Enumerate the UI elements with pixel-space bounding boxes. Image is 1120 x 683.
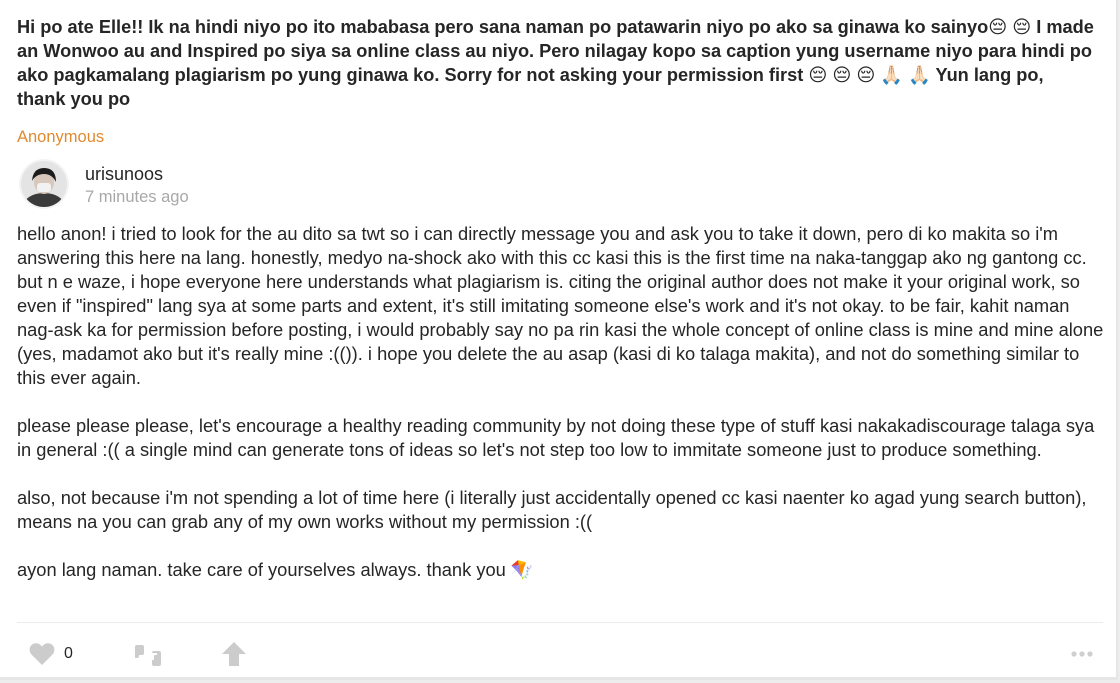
more-options-button[interactable] (1071, 650, 1093, 658)
answer-paragraph: also, not because i'm not spending a lot… (17, 487, 1087, 532)
heart-icon (29, 643, 55, 665)
avatar[interactable] (19, 159, 69, 209)
asker-name: Anonymous (17, 128, 105, 146)
share-button[interactable] (221, 641, 247, 667)
avatar-photo (21, 161, 67, 207)
quote-button[interactable] (134, 645, 162, 667)
share-arrow-icon (222, 642, 246, 666)
like-button[interactable]: 0 (29, 642, 73, 666)
answer-body: hello anon! i tried to look for the au d… (17, 222, 1107, 582)
answer-timestamp: 7 minutes ago (85, 188, 189, 206)
answer-card: Hi po ate Elle!! Ik na hindi niyo po ito… (0, 0, 1118, 680)
more-dots-icon (1071, 651, 1093, 657)
answer-paragraph: ayon lang naman. take care of yourselves… (17, 559, 534, 580)
divider (17, 622, 1103, 623)
like-count: 0 (64, 645, 73, 662)
answerer-username[interactable]: urisunoos (85, 163, 163, 185)
answer-paragraph: please please please, let's encourage a … (17, 415, 1095, 460)
answer-paragraph: hello anon! i tried to look for the au d… (17, 223, 1104, 388)
quote-icon (135, 645, 161, 666)
question-text: Hi po ate Elle!! Ik na hindi niyo po ito… (17, 17, 1094, 109)
